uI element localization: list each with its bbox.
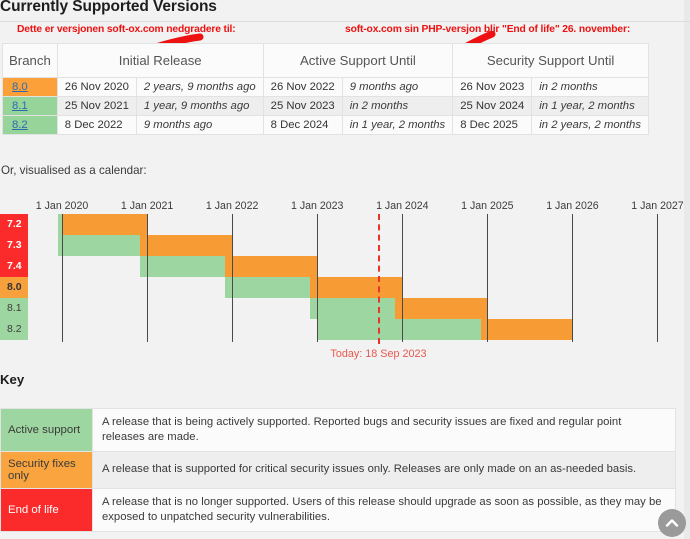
key-row-eol: End of life A release that is no longer …: [0, 487, 676, 532]
chart-today-line: [378, 214, 381, 344]
chart-gridline-1-Jan-2024: [402, 214, 404, 342]
table-row: 8.1 25 Nov 2021 1 year, 9 months ago 25 …: [2, 96, 649, 116]
chart-bar-81-security: [395, 298, 488, 319]
table-body: 8.0 26 Nov 2020 2 years, 9 months ago 26…: [2, 77, 649, 135]
column-header-security-support: Security Support Until: [452, 43, 649, 78]
chart-tick-label: 1 Jan 2027: [631, 200, 684, 212]
initial-release-rel-80: 2 years, 9 months ago: [135, 77, 264, 97]
chart-bar-72-security: [62, 214, 148, 235]
chart-tick-label: 1 Jan 2024: [376, 200, 429, 212]
key-table: Active support A release that is being a…: [0, 408, 676, 532]
page-root: Currently Supported Versions Dette er ve…: [0, 0, 690, 539]
chart-tick-label: 1 Jan 2022: [205, 200, 259, 212]
chart-tick-label: 1 Jan 2026: [546, 200, 599, 212]
chart-bar-80-security: [310, 277, 403, 298]
calendar-lead-text: Or, visualised as a calendar:: [1, 164, 147, 177]
support-timeline-chart: 7.2 7.3 7.4 8.0 8.1 8.2 1 Jan 2020 1 Jan 2021 1…: [0, 198, 690, 360]
key-description-end-of-life: A release that is no longer supported. U…: [92, 487, 676, 532]
active-until-date-81: 25 Nov 2023: [262, 96, 343, 116]
page-title: Currently Supported Versions: [0, 0, 217, 15]
chart-gridline-1-Jan-2023: [317, 214, 319, 342]
active-until-date-80: 26 Nov 2022: [262, 77, 343, 97]
key-title: Key: [0, 372, 25, 387]
table-row: 8.2 8 Dec 2022 9 months ago 8 Dec 2024 i…: [2, 115, 649, 135]
chart-gridline-1-Jan-2020: [62, 214, 64, 342]
chart-version-label-82: 8.2: [0, 319, 28, 340]
chart-gridline-1-Jan-2026: [572, 214, 574, 342]
supported-versions-table: Branch Initial Release Active Support Un…: [2, 43, 649, 135]
chart-bar-80-active: [225, 277, 318, 298]
table-header-row: Branch Initial Release Active Support Un…: [2, 43, 649, 78]
branch-cell-81[interactable]: 8.1: [2, 96, 58, 116]
scroll-to-top-button[interactable]: [658, 509, 686, 537]
active-until-rel-80: 9 months ago: [341, 77, 454, 97]
key-label-end-of-life: End of life: [0, 487, 93, 532]
initial-release-date-82: 8 Dec 2022: [56, 115, 137, 135]
column-header-initial-release: Initial Release: [56, 43, 264, 78]
title-divider: [0, 21, 690, 22]
chart-bar-74-security: [225, 256, 318, 277]
chart-today-label: Today: 18 Sep 2023: [330, 348, 427, 360]
key-row-security: Security fixes only A release that is su…: [0, 450, 676, 489]
key-label-security-fixes-only: Security fixes only: [0, 450, 93, 489]
column-header-active-support: Active Support Until: [262, 43, 454, 78]
chart-tick-label: 1 Jan 2023: [291, 200, 344, 212]
key-label-active-support: Active support: [0, 408, 93, 452]
key-description-active-support: A release that is being actively support…: [92, 408, 676, 452]
key-row-active: Active support A release that is being a…: [0, 408, 676, 452]
chart-bar-73-security: [140, 235, 233, 256]
chart-version-labels: 7.2 7.3 7.4 8.0 8.1 8.2: [0, 214, 28, 340]
security-until-rel-82: in 2 years, 2 months: [531, 115, 649, 135]
active-until-rel-81: in 2 months: [341, 96, 454, 116]
branch-cell-82[interactable]: 8.2: [2, 115, 58, 135]
table-header: Branch Initial Release Active Support Un…: [2, 43, 649, 78]
chart-tick-label: 1 Jan 2025: [461, 200, 514, 212]
security-until-date-82: 8 Dec 2025: [452, 115, 533, 135]
chart-version-label-72: 7.2: [0, 214, 28, 235]
security-until-rel-80: in 2 months: [531, 77, 649, 97]
branch-link-82[interactable]: 8.2: [12, 119, 28, 131]
chart-bar-81-active: [310, 298, 403, 319]
chart-bar-82-security: [480, 319, 573, 340]
chart-version-label-74: 7.4: [0, 256, 28, 277]
chart-version-label-81: 8.1: [0, 298, 28, 319]
chevron-up-icon: [665, 519, 679, 527]
initial-release-rel-81: 1 year, 9 months ago: [135, 96, 264, 116]
annotation-left-text: Dette er versjonen soft-ox.com nedgrader…: [17, 24, 236, 35]
active-until-date-82: 8 Dec 2024: [262, 115, 343, 135]
chart-tick-label: 1 Jan 2021: [120, 200, 174, 212]
chart-version-label-80: 8.0: [0, 277, 28, 298]
initial-release-date-80: 26 Nov 2020: [56, 77, 137, 97]
security-until-date-81: 25 Nov 2024: [452, 96, 533, 116]
key-description-security-fixes-only: A release that is supported for critical…: [92, 450, 676, 489]
chart-version-label-73: 7.3: [0, 235, 28, 256]
chart-gridline-1-Jan-2025: [487, 214, 489, 342]
branch-link-80[interactable]: 8.0: [12, 81, 28, 93]
column-header-branch: Branch: [2, 43, 58, 78]
chart-gridline-1-Jan-2021: [147, 214, 149, 342]
annotation-right-text: soft-ox.com sin PHP-versjon blir "End of…: [345, 24, 631, 35]
branch-link-81[interactable]: 8.1: [12, 100, 28, 112]
chart-plot-area: 1 Jan 2020 1 Jan 2021 1 Jan 2022 1 Jan 2023…: [28, 200, 684, 344]
table-row: 8.0 26 Nov 2020 2 years, 9 months ago 26…: [2, 77, 649, 97]
chart-gridline-1-Jan-2027: [657, 214, 659, 342]
branch-cell-80[interactable]: 8.0: [2, 77, 58, 97]
security-until-date-80: 26 Nov 2023: [452, 77, 533, 97]
initial-release-rel-82: 9 months ago: [135, 115, 264, 135]
chart-tick-label: 1 Jan 2020: [35, 200, 89, 212]
initial-release-date-81: 25 Nov 2021: [56, 96, 137, 116]
active-until-rel-82: in 1 year, 2 months: [341, 115, 454, 135]
security-until-rel-81: in 1 year, 2 months: [531, 96, 649, 116]
chart-gridline-1-Jan-2022: [232, 214, 234, 342]
